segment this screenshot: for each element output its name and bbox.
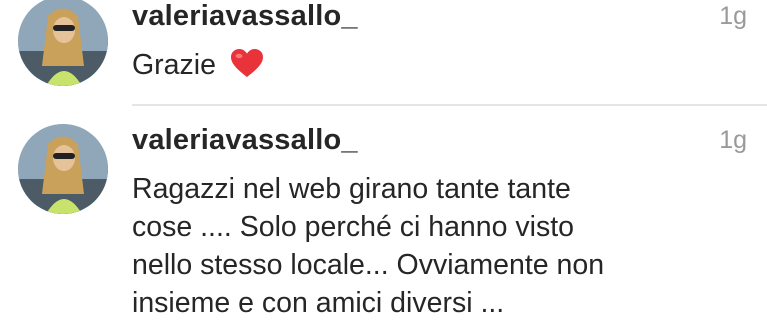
comment-text-line: cose .... Solo perché ci hanno visto	[132, 211, 575, 243]
comment-item: valeriavassallo_ 1g Ragazzi nel web gira…	[0, 0, 767, 336]
comment-text-line: nello stesso locale... Ovviamente non	[132, 249, 605, 281]
comment-username[interactable]: valeriavassallo_	[132, 124, 358, 157]
comment-text-line: Ragazzi nel web girano tante tante	[132, 173, 571, 205]
comment-timestamp: 1g	[719, 126, 747, 154]
avatar[interactable]	[18, 124, 108, 214]
comments-list: valeriavassallo_ 1g Grazie valeriavassal…	[0, 0, 767, 336]
comment-text-line: insieme e con amici diversi ...	[132, 287, 505, 319]
comment-text: Ragazzi nel web girano tante tante cose …	[132, 170, 732, 322]
avatar-photo	[18, 124, 108, 214]
